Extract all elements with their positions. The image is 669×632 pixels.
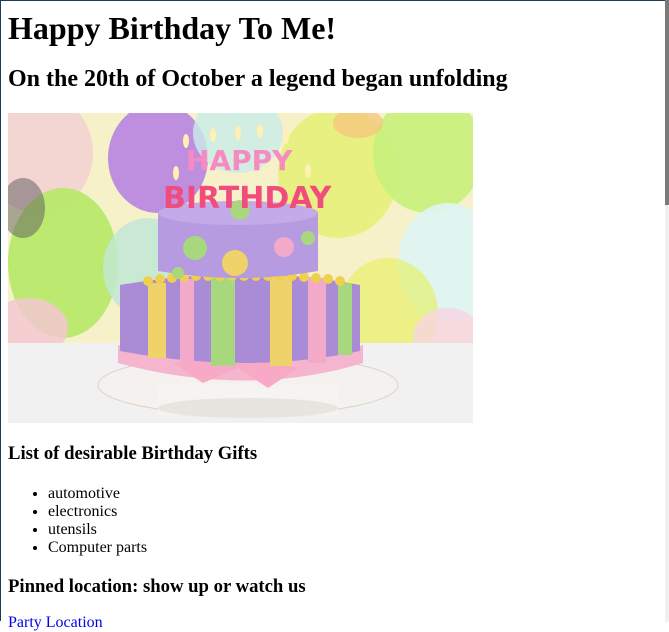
pinned-location-title: Pinned location: show up or watch us — [8, 576, 306, 597]
gifts-list-title: List of desirable Birthday Gifts — [8, 443, 258, 464]
page-content: Happy Birthday To Me! On the 20th of Oct… — [8, 0, 658, 632]
gift-item-computer-parts: Computer parts — [48, 539, 658, 557]
gift-item-automotive: automotive — [48, 485, 658, 503]
gift-item-utensils: utensils — [48, 521, 658, 539]
page-subtitle: On the 20th of October a legend began un… — [8, 66, 508, 92]
candle-letters-happy: HAPPY — [186, 144, 293, 177]
gift-item-electronics: electronics — [48, 503, 658, 521]
page-title: Happy Birthday To Me! — [8, 10, 337, 46]
gifts-list: automotive electronics utensils Computer… — [8, 485, 658, 557]
birthday-cake-image: BIRTHDAY HAPPY — [8, 113, 473, 423]
candle-letters-birthday: BIRTHDAY — [163, 181, 333, 216]
scrollbar-thumb[interactable] — [665, 0, 669, 205]
vertical-scrollbar[interactable] — [665, 0, 669, 622]
party-location-link[interactable]: Party Location — [8, 614, 658, 632]
